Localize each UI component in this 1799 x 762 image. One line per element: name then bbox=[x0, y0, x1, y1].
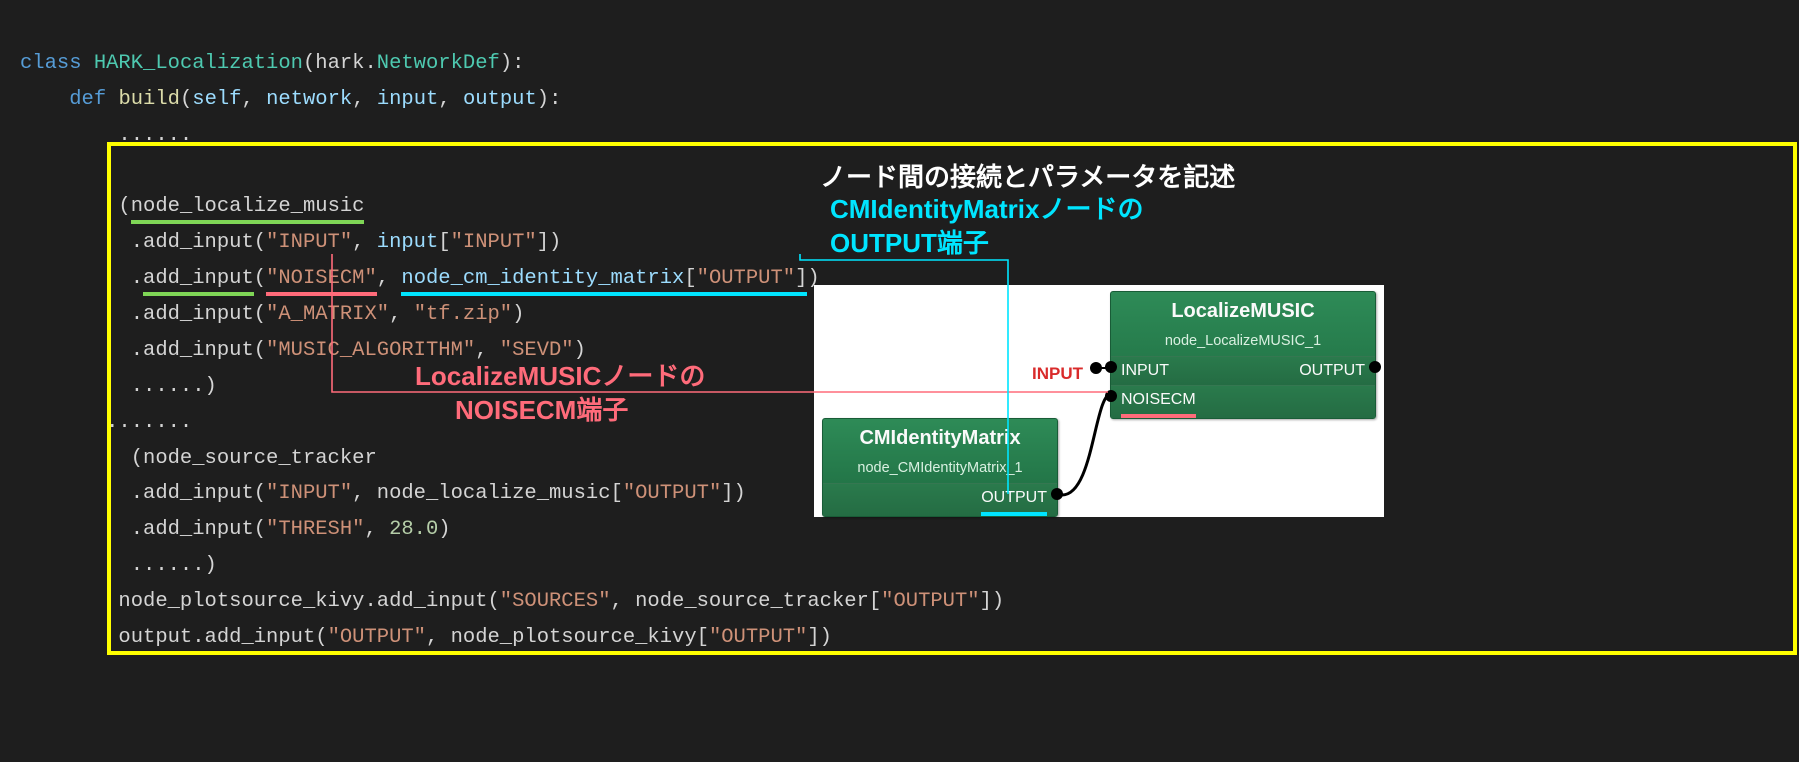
p: ) bbox=[512, 303, 524, 326]
param: output bbox=[463, 88, 537, 111]
p: , bbox=[352, 231, 377, 254]
ellipsis: ......) bbox=[118, 554, 216, 577]
expr-cm-output: node_cm_identity_matrix["OUTPUT"] bbox=[401, 267, 807, 296]
str: "THRESH" bbox=[266, 518, 364, 541]
str: "tf.zip" bbox=[414, 303, 512, 326]
call: node_plotsource_kivy.add_input( bbox=[118, 590, 499, 613]
param: network bbox=[266, 88, 352, 111]
str: "OUTPUT" bbox=[709, 626, 807, 649]
p: ( bbox=[180, 88, 192, 111]
p: ]) bbox=[807, 626, 832, 649]
call: .add_input( bbox=[118, 231, 266, 254]
call: .add_input( bbox=[118, 482, 266, 505]
node-graph-panel: INPUT LocalizeMUSIC node_LocalizeMUSIC_1… bbox=[814, 285, 1384, 517]
p: , bbox=[364, 518, 389, 541]
p: ]) bbox=[537, 231, 562, 254]
p: ( bbox=[118, 195, 130, 218]
punct: ): bbox=[500, 52, 525, 75]
str: "OUTPUT" bbox=[881, 590, 979, 613]
num: 28.0 bbox=[389, 518, 438, 541]
p: [ bbox=[438, 231, 450, 254]
ellipsis: ....... bbox=[106, 411, 192, 434]
str: "SOURCES" bbox=[500, 590, 611, 613]
str: "MUSIC_ALGORITHM" bbox=[266, 339, 475, 362]
var-node-localize: node_localize_music bbox=[131, 195, 365, 224]
ellipsis: ...... bbox=[118, 124, 192, 147]
annotation-pink: LocalizeMUSICノードの NOISECM端子 bbox=[415, 360, 705, 428]
p: ): bbox=[537, 88, 562, 111]
p: , node_localize_music[ bbox=[352, 482, 623, 505]
str: "SEVD" bbox=[500, 339, 574, 362]
ann-pink-line2: NOISECM端子 bbox=[455, 395, 628, 425]
ann-pink-line1: LocalizeMUSICノードの bbox=[415, 361, 705, 391]
p: , bbox=[352, 88, 377, 111]
func-name: build bbox=[118, 88, 180, 111]
classname: HARK_Localization bbox=[94, 52, 303, 75]
call: (node_source_tracker bbox=[118, 447, 376, 470]
p: , bbox=[438, 88, 463, 111]
p: ) bbox=[438, 518, 450, 541]
punct: (hark. bbox=[303, 52, 377, 75]
keyword-def: def bbox=[69, 88, 106, 111]
str: "INPUT" bbox=[266, 482, 352, 505]
call: .add_input( bbox=[118, 303, 266, 326]
p: . bbox=[118, 267, 143, 290]
call: output.add_input( bbox=[118, 626, 327, 649]
p: , bbox=[241, 88, 266, 111]
p: ( bbox=[254, 267, 266, 290]
ellipsis: ......) bbox=[118, 375, 216, 398]
p: ) bbox=[574, 339, 586, 362]
p: , bbox=[475, 339, 500, 362]
str: "OUTPUT" bbox=[328, 626, 426, 649]
ann-cyan-line2: OUTPUT端子 bbox=[830, 228, 989, 258]
p: , node_source_tracker[ bbox=[611, 590, 882, 613]
str: "A_MATRIX" bbox=[266, 303, 389, 326]
p: , bbox=[377, 267, 402, 290]
ann-cyan-line1: CMIdentityMatrixノードの bbox=[830, 194, 1143, 224]
method-add-input: add_input bbox=[143, 267, 254, 296]
graph-wires bbox=[814, 285, 1384, 517]
str: "INPUT" bbox=[451, 231, 537, 254]
str: "OUTPUT" bbox=[623, 482, 721, 505]
param: input bbox=[377, 88, 439, 111]
p: ]) bbox=[721, 482, 746, 505]
p: , bbox=[389, 303, 414, 326]
call: .add_input( bbox=[118, 518, 266, 541]
p: , node_plotsource_kivy[ bbox=[426, 626, 709, 649]
keyword-class: class bbox=[20, 52, 82, 75]
base-class: NetworkDef bbox=[377, 52, 500, 75]
param: input bbox=[377, 231, 439, 254]
annotation-cyan: CMIdentityMatrixノードの OUTPUT端子 bbox=[830, 193, 1143, 261]
param: self bbox=[192, 88, 241, 111]
call: .add_input( bbox=[118, 339, 266, 362]
str: "INPUT" bbox=[266, 231, 352, 254]
str-noisecm: "NOISECM" bbox=[266, 267, 377, 296]
p: ]) bbox=[980, 590, 1005, 613]
